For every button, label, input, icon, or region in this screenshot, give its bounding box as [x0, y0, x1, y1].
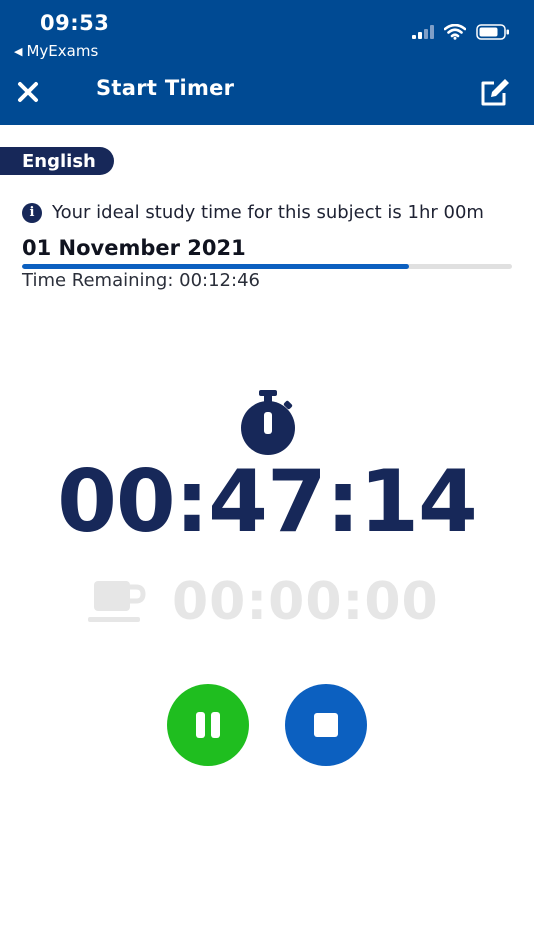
close-icon	[18, 82, 38, 102]
info-text: Your ideal study time for this subject i…	[52, 202, 484, 223]
wifi-icon	[444, 24, 466, 40]
stopwatch-icon	[239, 390, 297, 456]
stop-icon	[314, 713, 338, 737]
study-timer: 00:47:14	[57, 452, 478, 552]
coffee-cup-icon	[88, 581, 146, 622]
subject-badge: English	[0, 147, 114, 175]
status-icons	[412, 24, 510, 40]
back-to-app-link[interactable]: ◀ MyExams	[14, 42, 98, 60]
session-date: 01 November 2021	[22, 236, 246, 260]
pause-button[interactable]	[167, 684, 249, 766]
study-time-info: i Your ideal study time for this subject…	[22, 202, 484, 223]
progress-fill	[22, 264, 410, 269]
back-arrow-icon: ◀	[14, 44, 23, 58]
battery-icon	[476, 24, 509, 40]
close-button[interactable]	[14, 78, 42, 106]
back-label: MyExams	[26, 42, 99, 60]
info-icon: i	[22, 202, 42, 223]
stop-button[interactable]	[285, 684, 367, 766]
edit-icon	[481, 79, 509, 106]
time-remaining: Time Remaining: 00:12:46	[22, 270, 260, 291]
status-time: 09:53	[40, 11, 110, 35]
progress-bar	[22, 264, 512, 269]
break-timer-row: 00:00:00	[88, 572, 439, 632]
page-title: Start Timer	[96, 76, 235, 100]
edit-button[interactable]	[478, 76, 512, 108]
app-header: 09:53 ◀ MyExams Start Timer	[0, 0, 534, 125]
signal-icon	[412, 25, 434, 39]
break-timer: 00:00:00	[172, 572, 439, 632]
pause-icon	[196, 712, 220, 738]
